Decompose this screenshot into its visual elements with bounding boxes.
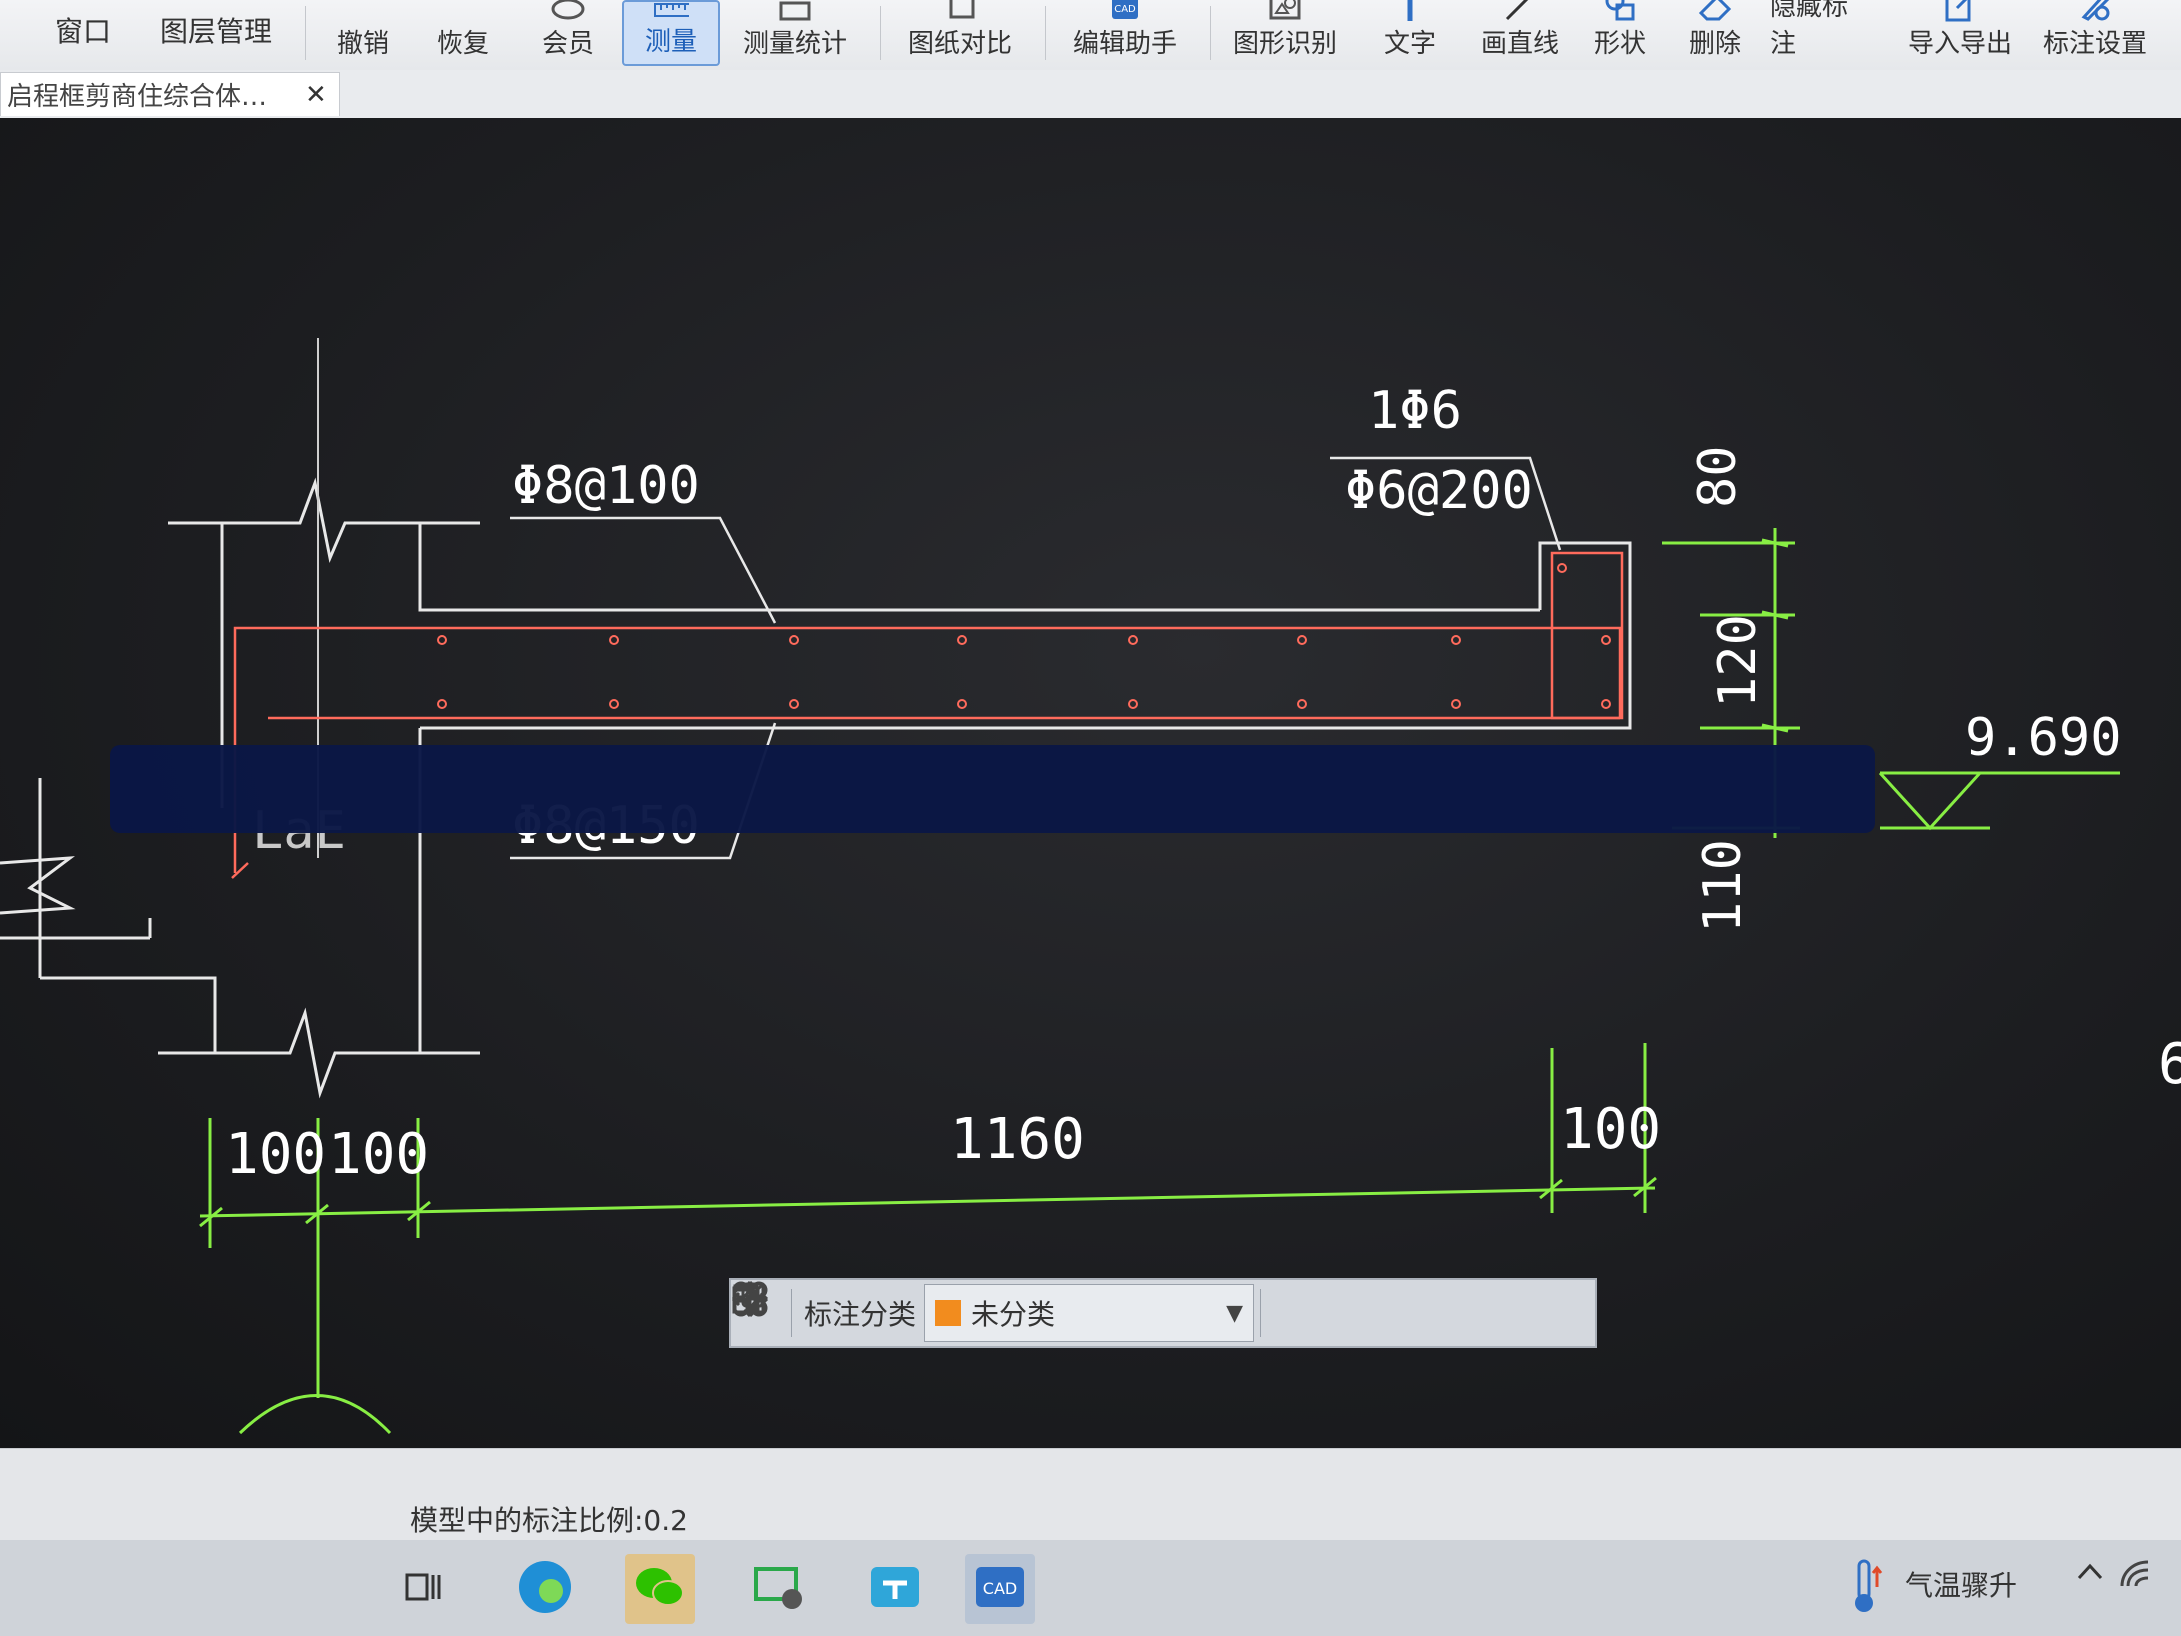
- move-annotation-button[interactable]: [731, 1280, 1375, 1340]
- chevron-up-icon[interactable]: [2075, 1558, 2105, 1591]
- compare-icon: [942, 0, 978, 21]
- dim-100-right-label: 100: [328, 1122, 429, 1187]
- task-view-button[interactable]: [390, 1554, 460, 1624]
- os-taskbar: CAD 气温骤升: [0, 1540, 2181, 1636]
- cad-app-icon: CAD: [972, 1563, 1028, 1615]
- divider: [1045, 6, 1046, 60]
- edge-rebar-count-label: 1Φ6: [1368, 381, 1462, 441]
- weather-text[interactable]: 气温骤升: [1905, 1564, 2017, 1604]
- measure-app-button[interactable]: [860, 1554, 930, 1624]
- wifi-icon[interactable]: [2118, 1556, 2154, 1597]
- edge-browser-icon: [515, 1557, 575, 1621]
- annotation-floating-toolbar: 标注分类 未分类 ▼: [729, 1278, 1597, 1348]
- annotation-scale-text: 模型中的标注比例:0.2: [410, 1504, 688, 1537]
- settings-icon: [2077, 0, 2113, 21]
- divider: [880, 6, 881, 60]
- dim-110-label: 110: [1693, 839, 1753, 933]
- hide-annotation-button[interactable]: 隐藏标注: [1770, 0, 1870, 66]
- ruler-icon: [653, 1, 689, 19]
- edge-stirrup-label: Φ6@200: [1345, 461, 1533, 521]
- rebar-top-label: Φ8@100: [512, 456, 700, 516]
- category-value: 未分类: [971, 1298, 1056, 1331]
- dim-1160-label: 1160: [950, 1107, 1085, 1172]
- annotation-settings-button[interactable]: 标注设置: [2035, 0, 2155, 66]
- measure-app-icon: [867, 1561, 923, 1617]
- dim-100-left-label: 100: [225, 1122, 326, 1187]
- dim-100-end-label: 100: [1560, 1097, 1661, 1162]
- divider: [791, 1289, 792, 1337]
- ribbon-toolbar: 窗口 图层管理 撤销 恢复 会员 测量 测量统计 图纸对比 CAD 编辑助手 图…: [0, 0, 2181, 71]
- vip-button[interactable]: 会员: [525, 0, 611, 66]
- shape-recognize-icon: [1267, 0, 1303, 21]
- cad-drawing: Φ8@100 Φ8@150 1Φ6 Φ6@200 LaE 9.690 80 12…: [0, 338, 2181, 1435]
- svg-text:CAD: CAD: [1114, 4, 1136, 15]
- rebar-dots: [437, 563, 1611, 709]
- svg-text:CAD: CAD: [983, 1579, 1017, 1598]
- chevron-down-icon: ▼: [1226, 1300, 1244, 1326]
- wechat-icon: [632, 1563, 688, 1615]
- thermometer-icon: [1830, 1552, 1900, 1622]
- undo-button[interactable]: 撤销: [320, 0, 406, 66]
- divider: [1210, 6, 1211, 60]
- shape-recognize-button[interactable]: 图形识别: [1225, 0, 1345, 66]
- measure-stats-icon: [777, 0, 813, 21]
- import-export-icon: [1942, 0, 1978, 22]
- vip-icon: [550, 0, 586, 21]
- document-tab[interactable]: 启程框剪商住综合体… ✕: [0, 72, 340, 116]
- dim-120-label: 120: [1708, 614, 1768, 708]
- edge-partial-label: 6: [2158, 1032, 2181, 1097]
- category-select[interactable]: 未分类 ▼: [924, 1284, 1255, 1342]
- remote-desktop-button[interactable]: [745, 1554, 815, 1624]
- import-export-button[interactable]: 导入导出: [1900, 0, 2020, 66]
- close-icon[interactable]: ✕: [305, 80, 327, 110]
- shape-icon: [1602, 0, 1638, 21]
- edit-annotation-button[interactable]: [732, 1282, 1321, 1340]
- copy-annotation-button[interactable]: [733, 1282, 1429, 1340]
- cad-edit-icon: CAD: [1107, 0, 1143, 21]
- slab-outline: [0, 338, 1632, 1099]
- task-view-icon: [405, 1569, 445, 1609]
- wechat-button[interactable]: [625, 1554, 695, 1624]
- delete-button[interactable]: 删除: [1670, 0, 1760, 66]
- status-bar: 模型中的标注比例:0.2: [0, 1448, 2181, 1541]
- shape-button[interactable]: 形状: [1575, 0, 1665, 66]
- edit-assistant-button[interactable]: CAD 编辑助手: [1065, 0, 1185, 66]
- undo-icon: [345, 0, 381, 21]
- measure-stats-button[interactable]: 测量统计: [735, 0, 855, 66]
- document-tab-title: 启程框剪商住综合体…: [7, 82, 268, 112]
- category-color-swatch: [935, 1300, 962, 1326]
- redo-icon: [445, 0, 481, 21]
- text-icon: [1392, 0, 1428, 21]
- cad-app-button[interactable]: CAD: [965, 1554, 1035, 1624]
- eraser-icon: [1697, 0, 1733, 21]
- elevation-label: 9.690: [1965, 708, 2122, 768]
- menu-layer-manager[interactable]: 图层管理: [160, 10, 272, 50]
- category-label: 标注分类: [804, 1298, 917, 1331]
- menu-window[interactable]: 窗口: [55, 10, 111, 50]
- divider: [305, 6, 306, 60]
- dim-80-label: 80: [1688, 445, 1748, 508]
- divider: [1260, 1289, 1262, 1337]
- remote-desktop-icon: [752, 1563, 808, 1615]
- compare-button[interactable]: 图纸对比: [900, 0, 1020, 66]
- redo-button[interactable]: 恢复: [420, 0, 506, 66]
- drawing-canvas[interactable]: Φ8@100 Φ8@150 1Φ6 Φ6@200 LaE 9.690 80 12…: [0, 118, 2181, 1448]
- line-icon: [1502, 0, 1538, 21]
- document-tab-strip: 启程框剪商住综合体… ✕: [0, 70, 2181, 119]
- paste-annotation-button[interactable]: [733, 1284, 1483, 1340]
- text-button[interactable]: 文字: [1365, 0, 1455, 66]
- edge-browser-button[interactable]: [510, 1554, 580, 1624]
- draw-line-button[interactable]: 画直线: [1465, 0, 1575, 66]
- redaction-bar: [110, 745, 1875, 833]
- measure-button[interactable]: 测量: [622, 0, 720, 66]
